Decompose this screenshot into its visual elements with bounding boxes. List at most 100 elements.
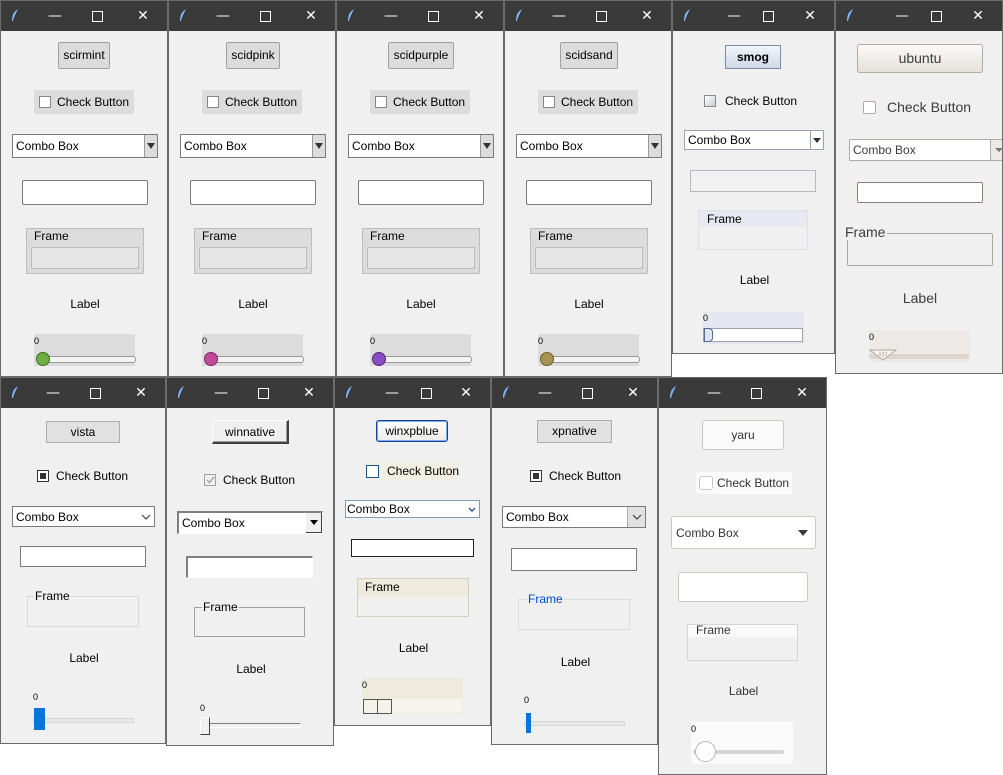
check-button[interactable]: Check Button bbox=[37, 466, 147, 486]
scale[interactable]: 0 bbox=[202, 334, 304, 366]
chevron-down-icon[interactable] bbox=[312, 135, 325, 157]
close-button[interactable]: ✕ bbox=[619, 378, 647, 408]
scale-handle[interactable] bbox=[363, 699, 392, 714]
close-button[interactable]: ✕ bbox=[129, 1, 157, 31]
close-button[interactable]: ✕ bbox=[297, 1, 325, 31]
theme-button-yaru[interactable]: yaru bbox=[702, 420, 784, 450]
chevron-down-icon[interactable] bbox=[465, 501, 479, 517]
scale[interactable]: 0 bbox=[362, 678, 463, 714]
scale[interactable]: 0 bbox=[538, 334, 640, 366]
scale[interactable]: 0 bbox=[691, 722, 793, 764]
chevron-down-icon[interactable] bbox=[791, 517, 815, 548]
entry-field[interactable] bbox=[511, 548, 637, 571]
check-button[interactable]: Check Button bbox=[704, 90, 804, 112]
minimize-button[interactable]: — bbox=[377, 1, 405, 31]
combo-box[interactable]: Combo Box bbox=[12, 506, 155, 527]
theme-button-smog[interactable]: smog bbox=[725, 45, 781, 69]
scale-handle[interactable] bbox=[204, 352, 218, 366]
check-button[interactable]: Check Button bbox=[204, 471, 324, 489]
scale[interactable]: 0 bbox=[703, 312, 804, 344]
entry-field[interactable] bbox=[190, 180, 316, 205]
theme-button-scidpink[interactable]: scidpink bbox=[226, 42, 280, 69]
scale-handle[interactable] bbox=[540, 352, 554, 366]
scale-handle[interactable] bbox=[372, 352, 386, 366]
theme-button-scidpurple[interactable]: scidpurple bbox=[388, 42, 454, 69]
chevron-down-icon[interactable] bbox=[306, 513, 322, 533]
scale[interactable]: 0 bbox=[34, 334, 136, 366]
close-button[interactable]: ✕ bbox=[452, 378, 480, 408]
minimize-button[interactable]: — bbox=[888, 1, 916, 31]
scale-handle[interactable] bbox=[200, 717, 210, 735]
maximize-button[interactable] bbox=[573, 378, 601, 408]
chevron-down-icon[interactable] bbox=[144, 135, 157, 157]
minimize-button[interactable]: — bbox=[207, 378, 235, 408]
chevron-down-icon[interactable] bbox=[627, 507, 645, 527]
maximize-button[interactable] bbox=[742, 378, 770, 408]
close-button[interactable]: ✕ bbox=[633, 1, 661, 31]
maximize-button[interactable] bbox=[412, 378, 440, 408]
maximize-button[interactable] bbox=[81, 378, 109, 408]
theme-button-ubuntu[interactable]: ubuntu bbox=[857, 44, 983, 73]
check-button[interactable]: Check Button bbox=[34, 90, 134, 114]
scale-handle[interactable] bbox=[704, 328, 713, 342]
close-button[interactable]: ✕ bbox=[465, 1, 493, 31]
scale-handle[interactable] bbox=[869, 349, 897, 361]
theme-button-xpnative[interactable]: xpnative bbox=[537, 420, 612, 443]
scale[interactable]: 0 bbox=[524, 695, 625, 735]
minimize-button[interactable]: — bbox=[209, 1, 237, 31]
chevron-down-icon[interactable] bbox=[138, 507, 154, 526]
entry-field[interactable] bbox=[526, 180, 652, 205]
combo-box[interactable]: Combo Box bbox=[684, 130, 824, 150]
check-button[interactable]: Check Button bbox=[863, 96, 993, 118]
maximize-button[interactable] bbox=[251, 1, 279, 31]
check-button[interactable]: Check Button bbox=[696, 472, 792, 494]
combo-box[interactable]: Combo Box bbox=[671, 516, 816, 549]
close-button[interactable]: ✕ bbox=[796, 1, 824, 31]
maximize-button[interactable] bbox=[754, 1, 782, 31]
combo-box[interactable]: Combo Box bbox=[12, 134, 158, 158]
minimize-button[interactable]: — bbox=[378, 378, 406, 408]
minimize-button[interactable]: — bbox=[39, 378, 67, 408]
minimize-button[interactable]: — bbox=[700, 378, 728, 408]
close-button[interactable]: ✕ bbox=[964, 1, 992, 31]
theme-button-scidsand[interactable]: scidsand bbox=[560, 42, 618, 69]
entry-field[interactable] bbox=[857, 182, 983, 203]
close-button[interactable]: ✕ bbox=[127, 378, 155, 408]
close-button[interactable]: ✕ bbox=[295, 378, 323, 408]
close-button[interactable]: ✕ bbox=[788, 378, 816, 408]
combo-box[interactable]: Combo Box bbox=[849, 139, 1002, 161]
scale[interactable]: 0 bbox=[33, 692, 134, 732]
maximize-button[interactable] bbox=[83, 1, 111, 31]
entry-field[interactable] bbox=[20, 546, 146, 567]
theme-button-winxpblue[interactable]: winxpblue bbox=[376, 420, 448, 442]
check-button[interactable]: Check Button bbox=[530, 466, 640, 486]
combo-box[interactable]: Combo Box bbox=[516, 134, 662, 158]
maximize-button[interactable] bbox=[249, 378, 277, 408]
maximize-button[interactable] bbox=[922, 1, 950, 31]
scale-handle[interactable] bbox=[36, 352, 50, 366]
check-button[interactable]: Check Button bbox=[366, 462, 460, 480]
combo-box[interactable]: Combo Box bbox=[345, 500, 480, 518]
theme-button-vista[interactable]: vista bbox=[46, 421, 120, 443]
entry-field[interactable] bbox=[186, 556, 313, 578]
combo-box[interactable]: Combo Box bbox=[177, 511, 323, 534]
scale[interactable]: 0 bbox=[200, 703, 301, 735]
minimize-button[interactable]: — bbox=[531, 378, 559, 408]
scale[interactable]: 0 bbox=[370, 334, 472, 366]
theme-button-scirmint[interactable]: scirmint bbox=[58, 42, 110, 69]
scale-handle[interactable] bbox=[695, 741, 716, 762]
check-button[interactable]: Check Button bbox=[370, 90, 470, 114]
chevron-down-icon[interactable] bbox=[990, 139, 1002, 161]
chevron-down-icon[interactable] bbox=[648, 135, 661, 157]
entry-field[interactable] bbox=[351, 539, 474, 557]
minimize-button[interactable]: — bbox=[41, 1, 69, 31]
scale-handle[interactable] bbox=[526, 713, 531, 733]
check-button[interactable]: Check Button bbox=[538, 90, 638, 114]
combo-box[interactable]: Combo Box bbox=[502, 506, 646, 528]
entry-field[interactable] bbox=[22, 180, 148, 205]
theme-button-winnative[interactable]: winnative bbox=[212, 420, 289, 444]
combo-box[interactable]: Combo Box bbox=[180, 134, 326, 158]
scale[interactable]: 0 bbox=[869, 330, 970, 362]
maximize-button[interactable] bbox=[419, 1, 447, 31]
entry-field[interactable] bbox=[690, 170, 816, 192]
